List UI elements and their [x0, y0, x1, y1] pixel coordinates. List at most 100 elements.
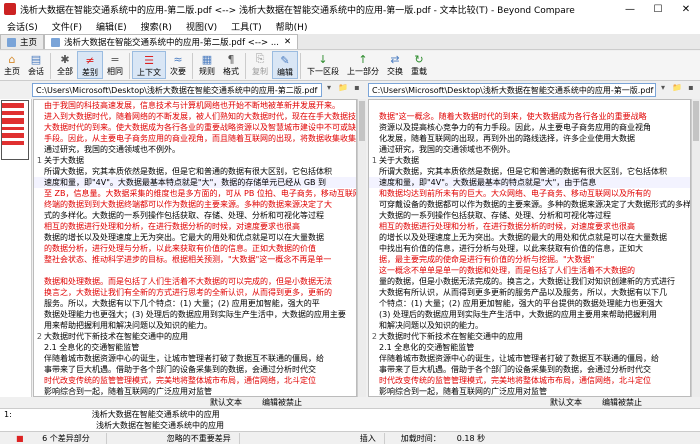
left-path-dropdown-icon[interactable]: ▾: [322, 83, 336, 97]
text-line[interactable]: 手段。因此，从主要电子商务应用的商业视角，而且随着互联网的出现，将数据收集收集越…: [34, 133, 356, 144]
text-line[interactable]: 个特点：(1) 大量；(2) 应用更加智能，强大的平台提供的数据处理能力也更强大: [369, 298, 690, 309]
text-line[interactable]: 1 关于大数据: [369, 155, 690, 166]
text-line[interactable]: 时代改变传统的监管管理模式，完美地将整体城市布局，通信网络，北斗定位: [369, 375, 690, 386]
text-line[interactable]: 数据处理能力也更强大；(3) 处理后的数据应用到实际生产生活中，大数据的应用主要: [34, 309, 356, 320]
right-browse-icon[interactable]: 📁: [670, 83, 684, 97]
text-line[interactable]: 和解决问题以及知识的能力。: [369, 320, 690, 331]
minimize-button[interactable]: —: [616, 4, 644, 15]
line-text: 2.1 全息化的交通智能监管: [379, 343, 475, 352]
text-line[interactable]: 数据的增长以及处理速度上无为突出。它最大的用处和优点就是可以在大量数据: [34, 232, 356, 243]
text-line[interactable]: 的数据分析，进行处理与分析，以此来获取有价值的信息。正如大数据的价值: [34, 243, 356, 254]
edit-button[interactable]: ✎ 编辑: [272, 51, 298, 79]
text-line[interactable]: (3) 处理后的数据应用到实际生产生活中，大数据的应用主要用来帮助把握利用: [369, 309, 690, 320]
right-save-icon[interactable]: ▪: [684, 83, 698, 97]
text-line[interactable]: 数据和处理数据。而是包括了人们生活着不大数据的可以完成的，但是小数据无法: [34, 276, 356, 287]
text-line[interactable]: 化发展，随着互联网的出现，再到外出的路线选择，许多企业使用大数据: [369, 133, 690, 144]
text-line[interactable]: 大数据的一系列操作包括获取、存储、处理、分析和可视化等过程: [369, 210, 690, 221]
rules-button[interactable]: ▦ 规则: [195, 51, 219, 77]
text-line[interactable]: 终端的数据到到大数据终端都可以作为数据的主要来源。多种的数据来源决定了大: [34, 199, 356, 210]
text-line[interactable]: 服务。所以，大数据有以下几个特点：(1) 大量；(2) 应用更加智能，强大的平: [34, 298, 356, 309]
title-bar: 浅析大数据在智能交通系统中的应用-第二版.pdf <--> 浅析大数据在智能交通…: [0, 0, 700, 18]
text-line[interactable]: 据，最主要完成的使命是进行有价值的分析与挖掘。"大数据": [369, 254, 690, 265]
context-button[interactable]: ☰ 上下文: [132, 51, 166, 79]
text-line[interactable]: 式的多样化。大数据的一系列操作包括获取、存储、处理、分析和可视化等过程: [34, 210, 356, 221]
menu-search[interactable]: 搜索(R): [134, 20, 179, 33]
reload-button[interactable]: ↻ 重载: [407, 51, 431, 77]
text-line[interactable]: 速度和量，即"4V"。大数据最基本特点就是"大"，数据的存储单元已经从 GB 到: [34, 177, 356, 188]
menu-edit[interactable]: 编辑(E): [89, 20, 134, 33]
menu-session[interactable]: 会话(S): [0, 20, 45, 33]
text-line[interactable]: 2 大数据时代下新技术在智能交通中的应用: [369, 331, 690, 342]
tab-text-compare[interactable]: 浅析大数据在智能交通系统中的应用-第二版.pdf <--> ... ✕: [44, 34, 299, 49]
overview-viewport[interactable]: [1, 100, 29, 160]
text-line[interactable]: 至 ZB，信息量。大数据采集的维度也是多方面的，可从 PB 位拍、电子商务，移动…: [34, 188, 356, 199]
text-line[interactable]: 由于我国的科技高速发展，信息技术与计算机网络也开始不断地被革新并发展开来。: [34, 100, 356, 111]
left-save-icon[interactable]: ▪: [350, 83, 364, 97]
text-line[interactable]: 中找出有价值的信息，进行分析与处理，以此来获取有价值的信息，正如大: [369, 243, 690, 254]
right-scrollbar[interactable]: [691, 99, 700, 397]
right-scroll-thumb[interactable]: [693, 101, 699, 141]
text-line[interactable]: 进入到大数据时代，随着网络的不断发展，被人们熟知的大数据时代，现在在手大数据技术: [34, 111, 356, 122]
text-line[interactable]: 2 大数据时代下新技术在智能交通中的应用: [34, 331, 356, 342]
text-line[interactable]: 可穿戴设备的数据都可以作为数据的主要来源。多种的数据来源决定了大数据形式的多样化…: [369, 199, 690, 210]
menu-view[interactable]: 视图(V): [179, 20, 224, 33]
show-all-button[interactable]: ✱ 全部: [53, 51, 77, 77]
text-line[interactable]: 大数据时代的到来。使大数据成为各行各业的重要战略资源以及智慧城市建设中不可或缺: [34, 122, 356, 133]
text-line[interactable]: 大数据有所认识，从而得到更多更新的服务产品以及服务，所以，大数据有以下几: [369, 287, 690, 298]
menu-tools[interactable]: 工具(T): [224, 20, 269, 33]
prev-part-button[interactable]: ↑ 上一部分: [343, 51, 383, 77]
left-scroll-thumb[interactable]: [359, 101, 365, 141]
close-button[interactable]: ✕: [672, 4, 700, 15]
text-line[interactable]: 速度和量，即"4V"。大数据最基本的特点就是"大"，由于信息: [369, 177, 690, 188]
left-text-pane[interactable]: 由于我国的科技高速发展，信息技术与计算机网络也开始不断地被革新并发展开来。 进入到…: [33, 99, 357, 397]
text-line[interactable]: 影响综合到一起，随着互联网的广泛应用对监管: [34, 386, 356, 396]
text-line[interactable]: 影响综合到一起，随着互联网的广泛应用对监管: [369, 386, 690, 396]
text-line[interactable]: 1 关于大数据: [34, 155, 356, 166]
format-button[interactable]: ¶ 格式: [219, 51, 243, 77]
left-scrollbar[interactable]: [357, 99, 366, 397]
right-path-input[interactable]: C:\Users\Microsoft\Desktop\浅析大数据在智能交通系统中…: [368, 83, 656, 97]
left-browse-icon[interactable]: 📁: [336, 83, 350, 97]
text-line[interactable]: 伴随着城市数据资源中心的诞生，让城市管理者打破了数据互不联通的僵局，给: [34, 353, 356, 364]
text-line[interactable]: [369, 100, 690, 111]
text-line[interactable]: 这一概念不单单是单一的数据和处理，而是包括了人们生活着不大数据的: [369, 265, 690, 276]
text-line[interactable]: 所谓大数据，究其本质依然是数据，但是它和普通的数据有很大区别，它包括体积: [369, 166, 690, 177]
tab-close-icon[interactable]: ✕: [284, 37, 291, 47]
next-section-button[interactable]: ↓ 下一区段: [303, 51, 343, 77]
menu-help[interactable]: 帮助(H): [269, 20, 315, 33]
text-line[interactable]: 相互的数据进行处理和分析，在进行数据分析的时候，对速度要求也很高: [369, 221, 690, 232]
text-line[interactable]: 用来帮助把握利用和解决问题以及知识的能力。: [34, 320, 356, 331]
text-line[interactable]: 所谓大数据，究其本质依然是数据，但是它和普通的数据有很大区别，它包括体积: [34, 166, 356, 177]
text-line[interactable]: 资源以及提高核心竞争力的有力手段。因此，从主要电子商务应用的商业视角: [369, 122, 690, 133]
text-line[interactable]: 数据"这一概念。随着大数据时代的到来，使大数据成为各行各业的重要战略: [369, 111, 690, 122]
left-path-input[interactable]: C:\Users\Microsoft\Desktop\浅析大数据在智能交通系统中…: [32, 83, 322, 97]
text-line[interactable]: 整社会状态、推动科学进步的目标。根据相关预测，"大数据"这一概念不再是单一: [34, 254, 356, 265]
tab-home[interactable]: 主页: [0, 34, 45, 49]
session-button[interactable]: ▤ 会话: [24, 51, 48, 77]
text-line[interactable]: 事带来了巨大机遇。借助于各个部门的设备采集到的数据，会通过分析时代交: [34, 364, 356, 375]
copy-button[interactable]: ⎘ 复制: [248, 51, 272, 77]
text-line[interactable]: 的增长以及处理速度上无为突出。大数据的最大的用处和优点就是可以在大量数据: [369, 232, 690, 243]
menu-file[interactable]: 文件(F): [45, 20, 89, 33]
text-line[interactable]: 通过研究，我国的交通领域也不例外。: [34, 144, 356, 155]
home-button[interactable]: ⌂ 主页: [0, 51, 24, 77]
show-diffs-button[interactable]: ≠ 差别: [77, 51, 103, 79]
text-line[interactable]: 通过研究，我国的交通领域也不例外。: [369, 144, 690, 155]
text-line[interactable]: 事带来了巨大机遇。借助于各个部门的设备采集到的数据，会通过分析时代交: [369, 364, 690, 375]
swap-button[interactable]: ⇄ 交换: [383, 51, 407, 77]
text-line[interactable]: 量的数据，但是小数据无法完成的。换言之，大数据让我们对知识创建新的方式进行: [369, 276, 690, 287]
text-line[interactable]: 时代改变传统的监管管理模式，完美地将整体城市布局，通信网络，北斗定位: [34, 375, 356, 386]
text-line[interactable]: 相互的数据进行处理和分析，在进行数据分析的时候，对速度要求也很高: [34, 221, 356, 232]
text-line[interactable]: 换言之，大数据让我们有全新的方式进行思考的全新认识，从而得到更多，更新的: [34, 287, 356, 298]
text-line[interactable]: 2.1 全息化的交通智能监管: [34, 342, 356, 353]
text-line[interactable]: 伴随着城市数据资源中心的诞生，让城市管理者打破了数据互不联通的僵局，给: [369, 353, 690, 364]
show-same-button[interactable]: = 相同: [103, 51, 127, 77]
text-line[interactable]: 和数据均达到前所未有的巨大。大众网络、电子商务、移动互联网以及所有的: [369, 188, 690, 199]
text-line[interactable]: [34, 265, 356, 276]
right-path-dropdown-icon[interactable]: ▾: [656, 83, 670, 97]
right-text-pane[interactable]: 数据"这一概念。随着大数据时代的到来，使大数据成为各行各业的重要战略 资源以及提高…: [368, 99, 691, 397]
diff-overview-map[interactable]: [0, 99, 32, 397]
text-line[interactable]: 2.1 全息化的交通智能监管: [369, 342, 690, 353]
maximize-button[interactable]: ☐: [644, 4, 672, 15]
minor-button[interactable]: ≈ 次要: [166, 51, 190, 77]
